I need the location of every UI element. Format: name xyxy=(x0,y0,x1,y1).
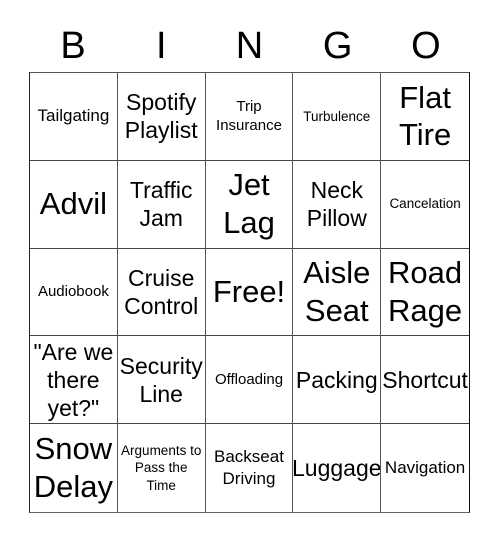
bingo-cell[interactable]: Aisle Seat xyxy=(293,248,382,337)
bingo-cell-free[interactable]: Free! xyxy=(205,248,294,337)
bingo-cell-text: Backseat Driving xyxy=(214,447,284,489)
bingo-cell[interactable]: Jet Lag xyxy=(205,160,294,249)
bingo-cell[interactable]: Shortcut xyxy=(381,336,469,425)
bingo-cell[interactable]: Packing xyxy=(293,336,382,425)
bingo-cell[interactable]: Audiobook xyxy=(30,248,118,337)
bingo-cell-text: Spotify Playlist xyxy=(124,89,198,144)
bingo-cell-text: Snow Delay xyxy=(33,431,114,505)
bingo-cell[interactable]: Trip Insurance xyxy=(205,73,294,161)
bingo-cell-text: Navigation xyxy=(384,458,466,478)
bingo-cell[interactable]: Advil xyxy=(30,160,118,249)
bingo-cell[interactable]: Tailgating xyxy=(30,73,118,161)
bingo-cell-text: Free! xyxy=(212,274,286,310)
bingo-cell-text: Cruise Control xyxy=(124,264,199,319)
bingo-cell-text: Arguments to Pass the Time xyxy=(121,442,202,493)
bingo-cell-text: Turbulence xyxy=(303,108,371,124)
bingo-cell[interactable]: Luggage xyxy=(293,424,382,512)
header-letter-i: I xyxy=(156,25,167,67)
bingo-cell-text: Packing xyxy=(295,366,378,393)
bingo-cell-text: Neck Pillow xyxy=(306,177,367,232)
bingo-cell[interactable]: Arguments to Pass the Time xyxy=(118,424,206,512)
bingo-cell-text: Cancelation xyxy=(389,196,461,212)
bingo-cell[interactable]: Spotify Playlist xyxy=(117,73,206,161)
bingo-cell[interactable]: Navigation xyxy=(381,424,469,512)
bingo-header: B I N G O xyxy=(29,22,470,70)
bingo-cell-text: Tailgating xyxy=(37,106,110,126)
bingo-cell-text: Trip Insurance xyxy=(216,97,282,135)
header-letter-n: N xyxy=(235,25,264,67)
bingo-cell-text: Security Line xyxy=(119,352,203,407)
bingo-cell-text: Flat Tire xyxy=(398,79,452,153)
header-letter-b: B xyxy=(60,25,86,67)
bingo-cell[interactable]: Traffic Jam xyxy=(117,160,206,249)
bingo-cell[interactable]: Road Rage xyxy=(381,249,469,337)
bingo-cell-text: Shortcut xyxy=(382,366,468,393)
bingo-cell[interactable]: Offloading xyxy=(205,336,294,425)
bingo-grid: Tailgating Spotify Playlist Trip Insurance… xyxy=(29,72,470,513)
bingo-cell[interactable]: Backseat Driving xyxy=(206,424,294,512)
bingo-cell-text: Advil xyxy=(39,186,107,222)
bingo-cell[interactable]: Cancelation xyxy=(381,161,469,249)
bingo-cell-text: Aisle Seat xyxy=(303,255,371,328)
bingo-cell-text: Jet Lag xyxy=(223,167,275,241)
bingo-cell[interactable]: Cruise Control xyxy=(117,248,206,337)
bingo-cell[interactable]: Flat Tire xyxy=(381,73,469,161)
bingo-cell-text: Traffic Jam xyxy=(129,177,193,232)
bingo-cell-text: "Are we there yet?" xyxy=(33,338,114,421)
header-letter-o: O xyxy=(411,25,441,67)
bingo-cell[interactable]: Security Line xyxy=(117,336,206,425)
bingo-cell-text: Road Rage xyxy=(388,255,463,328)
bingo-cell[interactable]: Turbulence xyxy=(293,73,382,161)
bingo-cell[interactable]: "Are we there yet?" xyxy=(30,336,118,425)
bingo-cell[interactable]: Neck Pillow xyxy=(293,160,382,249)
header-letter-g: G xyxy=(322,25,353,67)
bingo-cell-text: Audiobook xyxy=(37,283,109,301)
bingo-cell-text: Luggage xyxy=(293,455,382,482)
bingo-cell-text: Offloading xyxy=(214,371,284,389)
bingo-cell[interactable]: Snow Delay xyxy=(30,424,118,512)
